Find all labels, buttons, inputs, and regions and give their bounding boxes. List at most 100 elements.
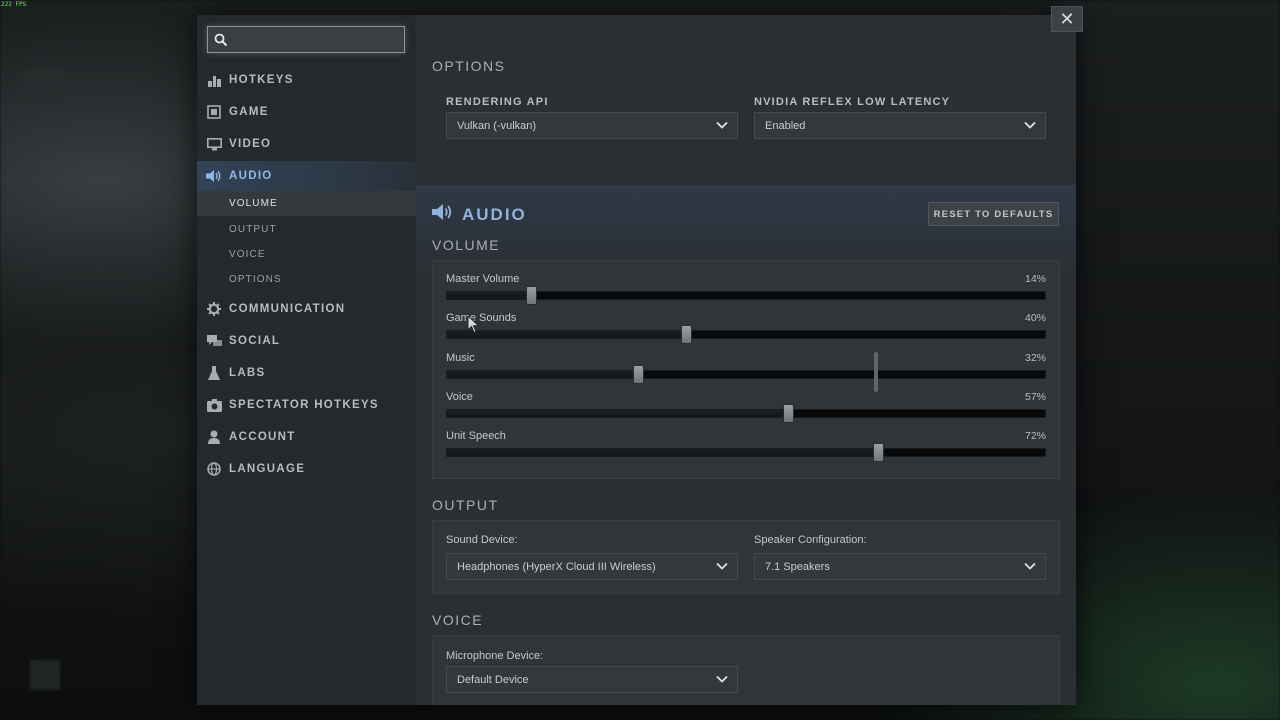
microphone-device-value: Default Device — [457, 673, 529, 686]
fps-overlay: 222 FPS — [1, 1, 27, 8]
sidebar-item-hotkeys[interactable]: HOTKEYS — [197, 65, 416, 95]
slider-value: 14% — [1024, 273, 1046, 285]
sidebar-item-spectator-hotkeys[interactable]: SPECTATOR HOTKEYS — [197, 390, 416, 420]
slider-thumb[interactable] — [525, 286, 537, 305]
sidebar-item-labs[interactable]: LABS — [197, 358, 416, 388]
chevron-down-icon — [716, 675, 728, 683]
sidebar-item-language[interactable]: LANGUAGE — [197, 454, 416, 484]
slider-thumb[interactable] — [872, 443, 884, 462]
rendering-api-dropdown[interactable]: Vulkan (-vulkan) — [446, 112, 738, 139]
search-icon — [214, 33, 228, 46]
search-box[interactable] — [207, 26, 405, 53]
volume-slider-row: Unit Speech 72% — [446, 430, 1046, 466]
slider-track[interactable] — [446, 325, 1046, 344]
rendering-api-label: RENDERING API — [446, 96, 549, 108]
sidebar-item-label: GAME — [229, 106, 269, 118]
voice-section-title: VOICE — [432, 612, 484, 628]
sidebar-item-label: LABS — [229, 367, 266, 379]
user-icon — [206, 429, 222, 445]
microphone-device-label: Microphone Device: — [446, 650, 544, 662]
slider-thumb[interactable] — [782, 404, 794, 423]
sound-device-label: Sound Device: — [446, 534, 518, 546]
reflex-label: NVIDIA REFLEX LOW LATENCY — [754, 96, 951, 108]
volume-section-title: VOLUME — [432, 237, 501, 253]
sidebar-item-video[interactable]: VIDEO — [197, 129, 416, 159]
gear-icon — [206, 301, 222, 317]
sound-device-dropdown[interactable]: Headphones (HyperX Cloud III Wireless) — [446, 553, 738, 580]
slider-value: 72% — [1024, 430, 1046, 442]
output-section-title: OUTPUT — [432, 497, 499, 513]
slider-track[interactable] — [446, 365, 1046, 384]
sidebar-item-social[interactable]: SOCIAL — [197, 326, 416, 356]
mouse-cursor-icon — [468, 316, 480, 334]
globe-icon — [206, 461, 222, 477]
sidebar-item-game[interactable]: GAME — [197, 97, 416, 127]
speaker-icon — [432, 203, 454, 226]
sidebar-subitem-output[interactable]: OUTPUT — [197, 217, 416, 242]
speaker-config-value: 7.1 Speakers — [765, 560, 830, 573]
microphone-device-dropdown[interactable]: Default Device — [446, 666, 738, 693]
slider-track[interactable] — [446, 404, 1046, 423]
search-input[interactable] — [234, 32, 404, 47]
sound-device-value: Headphones (HyperX Cloud III Wireless) — [457, 560, 656, 573]
content-scrollbar[interactable] — [874, 352, 878, 392]
slider-fill — [447, 331, 687, 338]
volume-slider-row: Master Volume 14% — [446, 273, 1046, 309]
slider-fill — [447, 371, 639, 378]
speaker-config-label: Speaker Configuration: — [754, 534, 867, 546]
slider-value: 40% — [1024, 312, 1046, 324]
settings-sidebar: HOTKEYS GAME VIDEO AUDIO VOLUME OUTPUT V… — [197, 15, 416, 705]
slider-label: Unit Speech — [446, 430, 506, 442]
slider-value: 32% — [1024, 352, 1046, 364]
close-button[interactable]: ✕ — [1051, 6, 1083, 32]
options-section-title: OPTIONS — [432, 58, 506, 74]
sidebar-item-label: SPECTATOR HOTKEYS — [229, 399, 379, 411]
sidebar-subitem-voice[interactable]: VOICE — [197, 242, 416, 267]
slider-thumb[interactable] — [633, 365, 645, 384]
reset-to-defaults-button[interactable]: RESET TO DEFAULTS — [928, 202, 1059, 226]
volume-panel: Master Volume 14% Game Sounds 40% Music 32% Vo… — [432, 260, 1060, 479]
sidebar-item-label: COMMUNICATION — [229, 303, 346, 315]
slider-fill — [447, 449, 878, 456]
speaker-icon — [206, 168, 222, 184]
audio-title-text: AUDIO — [462, 204, 527, 224]
settings-content: OPTIONS RENDERING API Vulkan (-vulkan) N… — [416, 15, 1076, 705]
slider-label: Voice — [446, 391, 473, 403]
slider-fill — [447, 410, 788, 417]
volume-slider-row: Voice 57% — [446, 391, 1046, 427]
game-icon — [206, 104, 222, 120]
volume-slider-row: Game Sounds 40% — [446, 312, 1046, 348]
slider-value: 57% — [1024, 391, 1046, 403]
slider-label: Game Sounds — [446, 312, 517, 324]
hotkeys-icon — [206, 72, 222, 88]
slider-track[interactable] — [446, 286, 1046, 305]
sidebar-subitem-volume[interactable]: VOLUME — [197, 191, 416, 216]
chevron-down-icon — [716, 562, 728, 570]
sidebar-item-label: HOTKEYS — [229, 74, 294, 86]
slider-label: Music — [446, 352, 475, 364]
settings-modal: HOTKEYS GAME VIDEO AUDIO VOLUME OUTPUT V… — [197, 15, 1076, 705]
volume-slider-row: Music 32% — [446, 352, 1046, 388]
sidebar-item-label: SOCIAL — [229, 335, 281, 347]
sidebar-subitem-options[interactable]: OPTIONS — [197, 267, 416, 292]
chevron-down-icon — [1024, 121, 1036, 129]
slider-track[interactable] — [446, 443, 1046, 462]
chevron-down-icon — [716, 121, 728, 129]
audio-section-title: AUDIO — [432, 203, 527, 226]
monitor-icon — [206, 136, 222, 152]
chevron-down-icon — [1024, 562, 1036, 570]
camera-icon — [206, 397, 222, 413]
rendering-api-value: Vulkan (-vulkan) — [457, 119, 537, 132]
sidebar-item-communication[interactable]: COMMUNICATION — [197, 294, 416, 324]
sidebar-item-label: AUDIO — [229, 170, 273, 182]
slider-fill — [447, 292, 531, 299]
reflex-dropdown[interactable]: Enabled — [754, 112, 1046, 139]
sidebar-item-label: ACCOUNT — [229, 431, 296, 443]
slider-thumb[interactable] — [681, 325, 693, 344]
flask-icon — [206, 365, 222, 381]
slider-label: Master Volume — [446, 273, 520, 285]
sidebar-item-label: LANGUAGE — [229, 463, 306, 475]
speaker-config-dropdown[interactable]: 7.1 Speakers — [754, 553, 1046, 580]
sidebar-item-audio[interactable]: AUDIO — [197, 161, 416, 191]
sidebar-item-account[interactable]: ACCOUNT — [197, 422, 416, 452]
